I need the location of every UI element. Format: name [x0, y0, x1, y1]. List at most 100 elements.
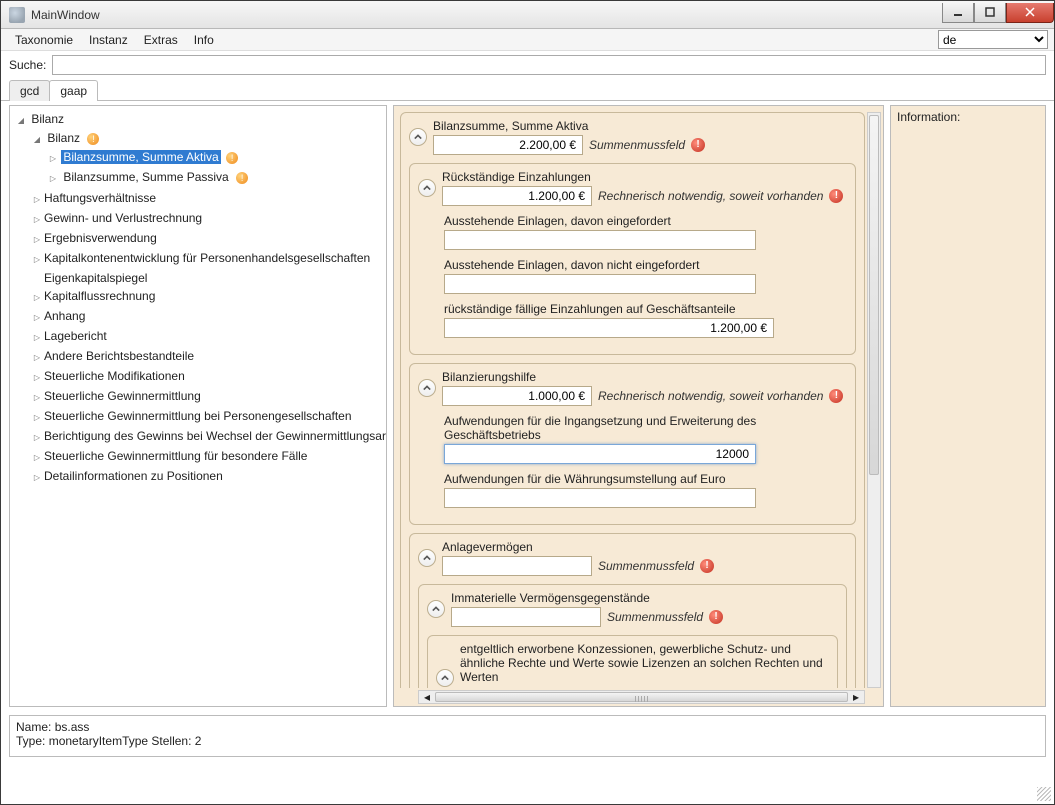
window-buttons [942, 3, 1054, 23]
caret-icon[interactable] [32, 388, 42, 406]
caret-icon[interactable] [48, 149, 58, 167]
search-row: Suche: [1, 51, 1054, 79]
hint-text: Rechnerisch notwendig, soweit vorhanden [598, 389, 823, 403]
resize-grip[interactable] [1037, 787, 1051, 801]
value-input[interactable] [442, 386, 592, 406]
collapse-button[interactable] [418, 549, 436, 567]
menu-info[interactable]: Info [186, 31, 222, 49]
tree-item[interactable]: Steuerliche Gewinnermittlung bei Persone… [32, 407, 386, 427]
tree-item[interactable]: Detailinformationen zu Positionen [32, 467, 386, 487]
vertical-scrollbar[interactable] [867, 112, 881, 688]
warning-icon: ! [236, 172, 248, 184]
collapse-button[interactable] [427, 600, 445, 618]
caret-icon[interactable] [32, 288, 42, 306]
value-input-active[interactable] [444, 444, 756, 464]
field-label: Ausstehende Einlagen, davon nicht eingef… [444, 258, 804, 272]
scrollbar-thumb[interactable] [869, 115, 879, 475]
footer-name: Name: bs.ass [16, 720, 1039, 734]
scroll-right-button[interactable]: ▸ [848, 691, 864, 703]
tree-item[interactable]: Andere Berichtsbestandteile [32, 347, 386, 367]
value-input[interactable] [442, 186, 592, 206]
tree-item[interactable]: Kapitalflussrechnung [32, 287, 386, 307]
tree-item[interactable]: Gewinn- und Verlustrechnung [32, 209, 386, 229]
hint-text: Mussfeld, Kontennachweis erwünscht [638, 686, 809, 688]
menu-instanz[interactable]: Instanz [81, 31, 136, 49]
caret-icon[interactable] [32, 428, 42, 446]
tab-gcd[interactable]: gcd [9, 80, 50, 101]
error-icon: ! [829, 389, 843, 403]
value-input[interactable] [442, 556, 592, 576]
error-icon: ! [829, 189, 843, 203]
field-label: Bilanzierungshilfe [442, 370, 847, 384]
tree-bilanz[interactable]: Bilanz ! Bilanzsumme, Summe Aktiva ! [32, 129, 386, 189]
tree-item[interactable]: Anhang [32, 307, 386, 327]
caret-icon[interactable] [32, 210, 42, 228]
menu-taxonomie[interactable]: Taxonomie [7, 31, 81, 49]
tree-aktiva[interactable]: Bilanzsumme, Summe Aktiva ! [48, 148, 386, 168]
collapse-button[interactable] [418, 379, 436, 397]
main-window: MainWindow Taxonomie Instanz Extras Info… [0, 0, 1055, 805]
hint-text: Summenmussfeld [607, 610, 703, 624]
tree-item[interactable]: Lagebericht [32, 327, 386, 347]
caret-icon[interactable] [32, 468, 42, 486]
caret-icon[interactable] [32, 190, 42, 208]
collapse-button[interactable] [418, 179, 436, 197]
group-rueckstaendige-einzahlungen: Rückständige Einzahlungen Rechnerisch no… [409, 163, 856, 355]
menu-extras[interactable]: Extras [136, 31, 186, 49]
tree-item[interactable]: Haftungsverhältnisse [32, 189, 386, 209]
caret-icon[interactable] [32, 250, 42, 268]
close-button[interactable] [1006, 3, 1054, 23]
group-bilanzsumme-aktiva: Bilanzsumme, Summe Aktiva Summenmussfeld… [400, 112, 865, 688]
tab-gaap[interactable]: gaap [49, 80, 98, 101]
group-konzessionen: entgeltlich erworbene Konzessionen, gewe… [427, 635, 838, 688]
search-input[interactable] [52, 55, 1046, 75]
tree-item[interactable]: Steuerliche Modifikationen [32, 367, 386, 387]
tree-item[interactable]: Steuerliche Gewinnermittlung für besonde… [32, 447, 386, 467]
hint-text: Rechnerisch notwendig, soweit vorhanden [598, 189, 823, 203]
app-icon [9, 7, 25, 23]
value-input[interactable] [444, 318, 774, 338]
scrollbar-thumb[interactable] [435, 692, 848, 702]
caret-icon[interactable] [16, 111, 26, 129]
form-panel: Bilanzsumme, Summe Aktiva Summenmussfeld… [393, 105, 884, 707]
maximize-button[interactable] [974, 3, 1006, 23]
tree-passiva[interactable]: Bilanzsumme, Summe Passiva ! [48, 168, 386, 188]
caret-icon[interactable] [32, 130, 42, 148]
caret-icon[interactable] [32, 348, 42, 366]
scroll-left-button[interactable]: ◂ [419, 691, 435, 703]
caret-icon[interactable] [32, 328, 42, 346]
field-label: Bilanzsumme, Summe Aktiva [433, 119, 856, 133]
search-label: Suche: [9, 58, 46, 72]
info-panel: Information: [890, 105, 1046, 707]
tree-item[interactable]: Ergebnisverwendung [32, 229, 386, 249]
field-label: Anlagevermögen [442, 540, 847, 554]
group-immaterielle: Immaterielle Vermögensgegenstände Summen… [418, 584, 847, 688]
tree-item[interactable]: Kapitalkontenentwicklung für Personenhan… [32, 249, 386, 269]
value-input[interactable] [444, 230, 756, 250]
error-icon: ! [709, 610, 723, 624]
caret-icon[interactable] [32, 368, 42, 386]
value-input[interactable] [451, 607, 601, 627]
caret-icon[interactable] [32, 448, 42, 466]
collapse-button[interactable] [436, 669, 454, 687]
hint-text: Summenmussfeld [589, 138, 685, 152]
main-area: Bilanz Bilanz ! Bilanzsumme, Summe Aktiv… [1, 101, 1054, 711]
tree-item[interactable]: Steuerliche Gewinnermittlung [32, 387, 386, 407]
caret-icon[interactable] [32, 408, 42, 426]
tree-item[interactable]: Eigenkapitalspiegel [32, 269, 386, 287]
minimize-button[interactable] [942, 3, 974, 23]
caret-icon[interactable] [48, 169, 58, 187]
footer-type: Type: monetaryItemType Stellen: 2 [16, 734, 1039, 748]
caret-icon[interactable] [32, 308, 42, 326]
horizontal-scrollbar[interactable]: ◂ ▸ [418, 690, 865, 704]
value-input[interactable] [444, 274, 756, 294]
value-input[interactable] [444, 488, 756, 508]
collapse-button[interactable] [409, 128, 427, 146]
caret-icon[interactable] [32, 230, 42, 248]
tree-root[interactable]: Bilanz Bilanz ! Bilanzsumme, Summe Aktiv… [16, 110, 386, 488]
value-input[interactable] [433, 135, 583, 155]
warning-icon: ! [226, 152, 238, 164]
titlebar: MainWindow [1, 1, 1054, 29]
tree-item[interactable]: Berichtigung des Gewinns bei Wechsel der… [32, 427, 386, 447]
language-select[interactable]: de [938, 30, 1048, 49]
